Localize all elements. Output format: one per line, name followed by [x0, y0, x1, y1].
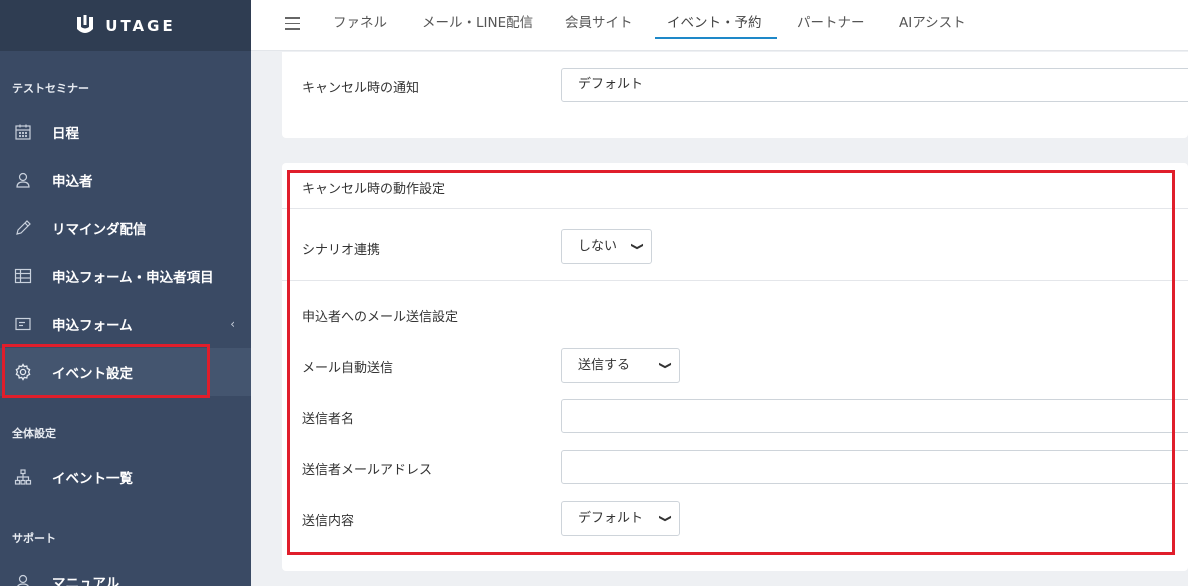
person-icon [14, 573, 32, 586]
active-tab-indicator [655, 37, 777, 39]
sidebar-item-manual[interactable]: マニュアル [0, 558, 251, 586]
cancel-notice-label: キャンセル時の通知 [302, 81, 420, 96]
cancel-notice-card: キャンセル時の通知 デフォルト [282, 52, 1188, 138]
tab-funnel[interactable]: ファネル [333, 0, 387, 40]
sidebar-item-form[interactable]: 申込フォーム ‹ [0, 300, 251, 348]
tab-ai-assist[interactable]: AIアシスト [899, 0, 966, 40]
table-icon [14, 267, 32, 285]
sidebar-item-label: 申込者 [52, 174, 93, 190]
sidebar-item-schedule[interactable]: 日程 [0, 108, 251, 156]
sidebar-item-label: 申込フォーム [52, 318, 133, 334]
chevron-left-icon: ‹ [230, 317, 235, 331]
tab-mail-line[interactable]: メール・LINE配信 [422, 0, 533, 40]
tab-member-site[interactable]: 会員サイト [565, 0, 633, 40]
cancel-notice-select[interactable]: デフォルト [561, 68, 1188, 102]
calendar-icon [14, 123, 32, 141]
form-icon [14, 315, 32, 333]
section-title-support: サポート [12, 532, 56, 545]
sidebar-item-event-list[interactable]: イベント一覧 [0, 453, 251, 501]
sitemap-icon [14, 468, 32, 486]
top-navbar: ファネル メール・LINE配信 会員サイト イベント・予約 パートナー AIアシ… [251, 0, 1188, 51]
sidebar-item-label: 日程 [52, 126, 79, 142]
brand-name: UTAGE [105, 16, 176, 35]
sidebar: UTAGE テストセミナー 日程 申込者 リマインダ配信 申込フォーム・申込者項… [0, 0, 251, 586]
sidebar-item-label: リマインダ配信 [52, 222, 147, 238]
sidebar-item-form-fields[interactable]: 申込フォーム・申込者項目 [0, 252, 251, 300]
person-icon [14, 171, 32, 189]
hamburger-menu-icon[interactable] [285, 17, 300, 31]
tab-partner[interactable]: パートナー [797, 0, 865, 40]
section-title-seminar: テストセミナー [12, 82, 89, 95]
highlight-box [2, 344, 210, 398]
pencil-icon [14, 219, 32, 237]
sidebar-item-label: マニュアル [52, 576, 120, 586]
logo[interactable]: UTAGE [0, 0, 251, 51]
tab-event-booking[interactable]: イベント・予約 [667, 0, 762, 40]
sidebar-item-applicants[interactable]: 申込者 [0, 156, 251, 204]
sidebar-item-reminder[interactable]: リマインダ配信 [0, 204, 251, 252]
sidebar-item-label: 申込フォーム・申込者項目 [52, 270, 214, 286]
sidebar-item-label: イベント一覧 [52, 471, 133, 487]
section-title-global: 全体設定 [12, 427, 56, 440]
utage-logo-icon [77, 14, 94, 33]
highlight-box [287, 170, 1175, 555]
